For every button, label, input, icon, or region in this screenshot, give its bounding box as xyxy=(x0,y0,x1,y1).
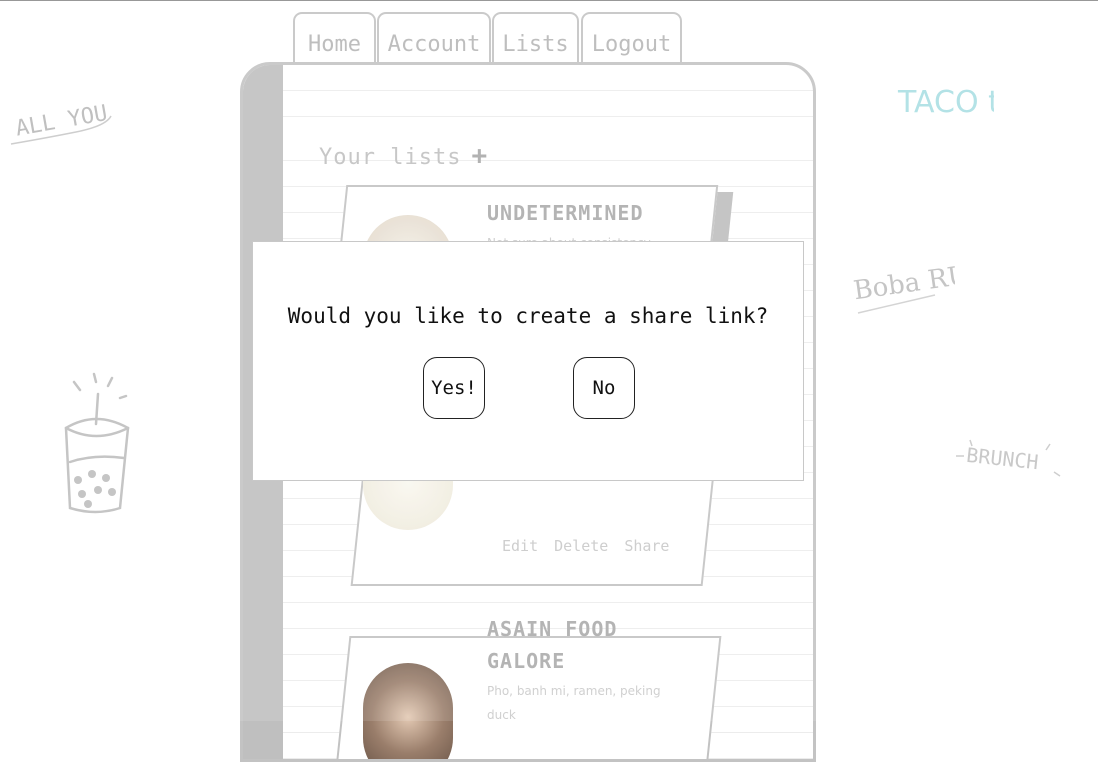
share-link-question: Would you like to create a share link? xyxy=(287,304,769,328)
share-link-dialog: Would you like to create a share link? Y… xyxy=(252,241,804,481)
no-button[interactable]: No xyxy=(573,357,635,419)
yes-button[interactable]: Yes! xyxy=(423,357,485,419)
